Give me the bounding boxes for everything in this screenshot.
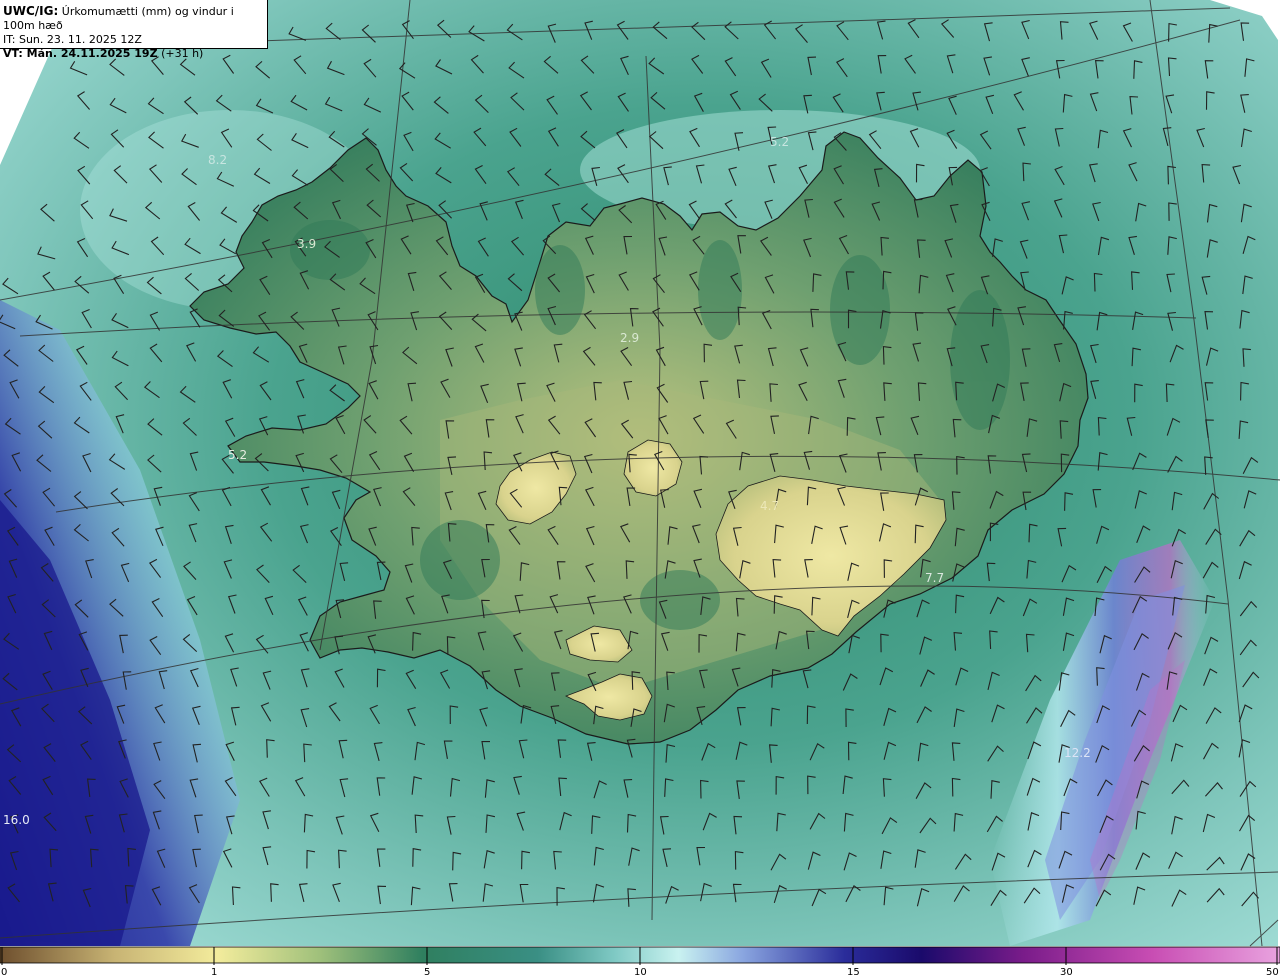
value-label: 4.7	[760, 499, 779, 513]
colorbar-tick: 50	[1266, 967, 1279, 978]
title-line-1: UWC/IG: Úrkomumætti (mm) og vindur i 100…	[3, 4, 267, 33]
value-label: 8.2	[208, 153, 227, 167]
colorbar-tick: 5	[424, 967, 430, 978]
colorbar-tick: 0	[1, 967, 7, 978]
value-label: 5.2	[770, 135, 789, 149]
colorbar-tick: 10	[634, 967, 647, 978]
weather-map: 8.2 3.9 2.9 5.2 4.7 7.7 12.2 16.0 5.2 0	[0, 0, 1280, 978]
forecast-hour: (+31 h)	[161, 47, 204, 60]
value-label: 3.9	[297, 237, 316, 251]
valid-time: VT: Mán. 24.11.2025 19Z	[3, 47, 158, 60]
value-label: 2.9	[620, 331, 639, 345]
colorbar-tick: 1	[211, 967, 217, 978]
map-title-box: UWC/IG: Úrkomumætti (mm) og vindur i 100…	[0, 0, 268, 60]
value-label: 12.2	[1064, 746, 1091, 760]
map-canvas: 8.2 3.9 2.9 5.2 4.7 7.7 12.2 16.0 5.2 0	[0, 0, 1280, 978]
product-name: UWC/IG:	[3, 4, 59, 18]
value-label: 5.2	[228, 448, 247, 462]
value-label: 7.7	[925, 571, 944, 585]
valid-time-line: VT: Mán. 24.11.2025 19Z (+31 h)	[3, 47, 267, 61]
colorbar-tick: 30	[1060, 967, 1073, 978]
initial-time: IT: Sun. 23. 11. 2025 12Z	[3, 33, 142, 46]
value-label: 16.0	[3, 813, 30, 827]
colorbar-tick: 15	[847, 967, 860, 978]
